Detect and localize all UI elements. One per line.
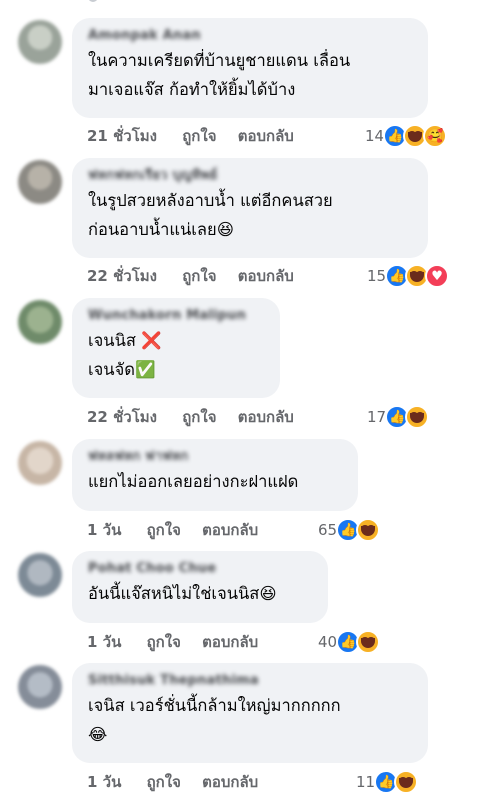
comment-text-line: เจนนิส ❌: [88, 331, 162, 350]
reply-button[interactable]: ตอบกลับ: [238, 408, 294, 426]
like-button[interactable]: ถูกใจ: [182, 127, 216, 145]
like-button[interactable]: ถูกใจ: [147, 633, 181, 651]
reaction-summary[interactable]: 65 👍: [318, 517, 381, 543]
avatar[interactable]: [18, 441, 62, 485]
haha-icon: [405, 405, 430, 429]
haha-icon: [356, 630, 381, 654]
comment-text-line: เจนจัด✅: [88, 360, 156, 379]
reaction-count: 17: [367, 408, 387, 426]
love-icon: ♥: [425, 264, 450, 288]
comment-timestamp[interactable]: 22 ชั่วโมง: [87, 408, 157, 426]
comment-timestamp[interactable]: 1 วัน: [87, 521, 121, 539]
comment-author[interactable]: Pohat Choo Chue: [88, 559, 312, 579]
comment-author[interactable]: ฟหกฟหกเรียว บุญทิพย์: [88, 166, 412, 186]
comment-author[interactable]: Sitthisuk Thepnathima: [88, 671, 412, 691]
comment-timestamp[interactable]: 22 ชั่วโมง: [87, 267, 157, 285]
avatar[interactable]: [18, 160, 62, 204]
comment-actions: 1 วัน ถูกใจ ตอบกลับ: [87, 770, 274, 794]
previous-reaction-icon-partial: [88, 0, 98, 2]
comment-timestamp[interactable]: 1 วัน: [87, 633, 121, 651]
comment-bubble: Pohat Choo Chue อันนี้แจ๊สหนิไม่ใช่เจนนิ…: [72, 551, 328, 623]
reply-button[interactable]: ตอบกลับ: [238, 267, 294, 285]
comment-text-line: เจนิส เวอร์ชั่นนี้กล้ามใหญ่มากกกกก: [88, 696, 341, 715]
comment-bubble: Sitthisuk Thepnathima เจนิส เวอร์ชั่นนี้…: [72, 663, 428, 763]
avatar[interactable]: [18, 300, 62, 344]
reaction-count: 40: [318, 633, 338, 651]
reaction-summary[interactable]: 17 👍: [367, 404, 430, 430]
reaction-count: 15: [367, 267, 387, 285]
avatar[interactable]: [18, 665, 62, 709]
reaction-summary[interactable]: 11 👍: [356, 769, 419, 795]
comment-bubble: Amonpak Anan ในความเครียดที่บ้านยูชายแดน…: [72, 18, 428, 118]
reaction-summary[interactable]: 14 👍 🥰: [365, 123, 448, 149]
reaction-summary[interactable]: 40 👍: [318, 629, 381, 655]
reply-button[interactable]: ตอบกลับ: [202, 521, 258, 539]
haha-icon: [356, 518, 381, 542]
comment-author[interactable]: ฟหลฟหก ฟาฟหก: [88, 447, 342, 467]
comment-text-line: มาเจอแจ๊ส ก้อทำให้ยิ้มได้บ้าง: [88, 80, 296, 99]
comment-actions: 1 วัน ถูกใจ ตอบกลับ: [87, 630, 274, 654]
comment-author[interactable]: Wunchakorn Malipun: [88, 306, 264, 326]
comment-author[interactable]: Amonpak Anan: [88, 26, 412, 46]
comment-text-line: อันนี้แจ๊สหนิไม่ใช่เจนนิส😆: [88, 584, 277, 603]
reply-button[interactable]: ตอบกลับ: [238, 127, 294, 145]
like-button[interactable]: ถูกใจ: [182, 408, 216, 426]
comment-timestamp[interactable]: 21 ชั่วโมง: [87, 127, 157, 145]
comment-text-line: ก่อนอาบน้ำแน่เลย😆: [88, 220, 234, 239]
comment-timestamp[interactable]: 1 วัน: [87, 773, 121, 791]
comment-actions: 22 ชั่วโมง ถูกใจ ตอบกลับ: [87, 264, 310, 288]
comment-text-line: 😂: [88, 725, 108, 744]
reaction-count: 65: [318, 521, 338, 539]
comment-actions: 21 ชั่วโมง ถูกใจ ตอบกลับ: [87, 124, 310, 148]
comment-bubble: ฟหกฟหกเรียว บุญทิพย์ ในรูปสวยหลังอาบน้ำ …: [72, 158, 428, 258]
reaction-count: 14: [365, 127, 385, 145]
reaction-count: 11: [356, 773, 376, 791]
comment-actions: 1 วัน ถูกใจ ตอบกลับ: [87, 518, 274, 542]
like-button[interactable]: ถูกใจ: [182, 267, 216, 285]
reply-button[interactable]: ตอบกลับ: [202, 773, 258, 791]
comment-text-line: ในรูปสวยหลังอาบน้ำ แต่อีกคนสวย: [88, 191, 333, 210]
like-button[interactable]: ถูกใจ: [147, 773, 181, 791]
reply-button[interactable]: ตอบกลับ: [202, 633, 258, 651]
haha-icon: [394, 770, 419, 794]
reaction-summary[interactable]: 15 👍 ♥: [367, 263, 450, 289]
comment-bubble: ฟหลฟหก ฟาฟหก แยกไม่ออกเลยอย่างกะฝาแฝด: [72, 439, 358, 511]
comment-actions: 22 ชั่วโมง ถูกใจ ตอบกลับ: [87, 405, 310, 429]
comment-text-line: ในความเครียดที่บ้านยูชายแดน เลื่อน: [88, 51, 351, 70]
comment-bubble: Wunchakorn Malipun เจนนิส ❌ เจนจัด✅: [72, 298, 280, 398]
like-button[interactable]: ถูกใจ: [147, 521, 181, 539]
comment-text-line: แยกไม่ออกเลยอย่างกะฝาแฝด: [88, 472, 299, 491]
avatar[interactable]: [18, 553, 62, 597]
care-icon: 🥰: [423, 124, 448, 148]
avatar[interactable]: [18, 20, 62, 64]
